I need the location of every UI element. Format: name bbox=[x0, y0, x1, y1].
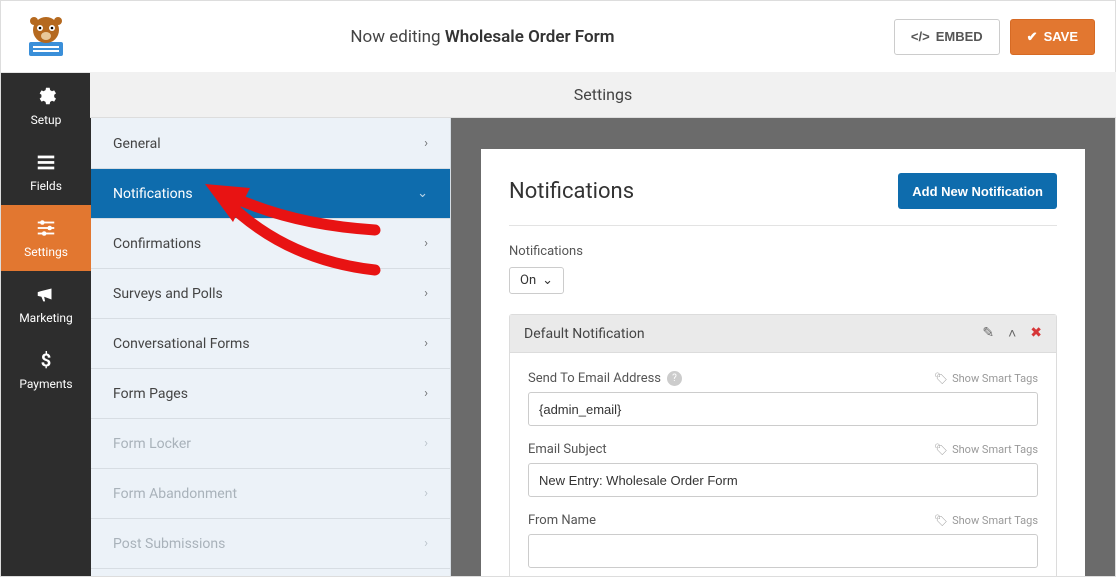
subnav-general[interactable]: General› bbox=[91, 119, 450, 169]
nav-label: Fields bbox=[30, 179, 62, 193]
app-logo bbox=[21, 12, 71, 62]
gear-icon bbox=[35, 85, 57, 107]
bullhorn-icon bbox=[35, 283, 57, 305]
tag-icon: 🏷 bbox=[934, 443, 948, 456]
toggle-label: Notifications bbox=[509, 244, 1057, 259]
subnav-post-submissions[interactable]: Post Submissions› bbox=[91, 519, 450, 569]
settings-subnav: General› Notifications⌄ Confirmations› S… bbox=[91, 73, 451, 576]
subnav-conversational[interactable]: Conversational Forms› bbox=[91, 319, 450, 369]
from-name-label: From Name bbox=[528, 513, 596, 528]
nav-payments[interactable]: $ Payments bbox=[1, 337, 91, 403]
chevron-right-icon: › bbox=[424, 336, 428, 351]
chevron-right-icon: › bbox=[424, 486, 428, 501]
edit-icon[interactable]: ✎ bbox=[982, 325, 994, 342]
embed-button[interactable]: </> EMBED bbox=[894, 19, 1000, 55]
send-to-input[interactable] bbox=[528, 392, 1038, 426]
chevron-right-icon: › bbox=[424, 436, 428, 451]
chevron-right-icon: › bbox=[424, 386, 428, 401]
notifications-toggle[interactable]: On ⌄ bbox=[509, 267, 564, 294]
nav-label: Marketing bbox=[19, 311, 73, 325]
chevron-down-icon: ⌄ bbox=[417, 186, 428, 201]
list-icon bbox=[35, 151, 57, 173]
nav-label: Settings bbox=[24, 245, 68, 259]
send-to-label: Send To Email Address? bbox=[528, 371, 682, 386]
dollar-icon: $ bbox=[35, 349, 57, 371]
subnav-surveys[interactable]: Surveys and Polls› bbox=[91, 269, 450, 319]
card-title: Default Notification bbox=[524, 326, 645, 342]
subject-input[interactable] bbox=[528, 463, 1038, 497]
smart-tags-link[interactable]: 🏷Show Smart Tags bbox=[934, 372, 1038, 385]
subnav-form-locker[interactable]: Form Locker› bbox=[91, 419, 450, 469]
nav-label: Payments bbox=[19, 377, 72, 391]
nav-marketing[interactable]: Marketing bbox=[1, 271, 91, 337]
section-header: Settings bbox=[90, 72, 1116, 118]
svg-text:$: $ bbox=[41, 350, 52, 371]
code-icon: </> bbox=[911, 29, 930, 44]
subnav-confirmations[interactable]: Confirmations› bbox=[91, 219, 450, 269]
page-title: Now editing Wholesale Order Form bbox=[71, 27, 894, 47]
from-name-input[interactable] bbox=[528, 534, 1038, 568]
subnav-form-abandonment[interactable]: Form Abandonment› bbox=[91, 469, 450, 519]
help-icon[interactable]: ? bbox=[667, 371, 682, 386]
chevron-down-icon: ⌄ bbox=[542, 273, 553, 288]
collapse-icon[interactable]: ˄ bbox=[1008, 325, 1016, 342]
primary-nav: Setup Fields Settings Marketing $ Paymen… bbox=[1, 73, 91, 576]
add-notification-button[interactable]: Add New Notification bbox=[898, 173, 1057, 209]
save-button[interactable]: ✔ SAVE bbox=[1010, 19, 1095, 55]
tag-icon: 🏷 bbox=[934, 514, 948, 527]
smart-tags-link[interactable]: 🏷Show Smart Tags bbox=[934, 514, 1038, 527]
chevron-right-icon: › bbox=[424, 286, 428, 301]
content-title: Notifications bbox=[509, 179, 634, 204]
chevron-right-icon: › bbox=[424, 536, 428, 551]
nav-setup[interactable]: Setup bbox=[1, 73, 91, 139]
subnav-form-pages[interactable]: Form Pages› bbox=[91, 369, 450, 419]
nav-label: Setup bbox=[31, 113, 62, 127]
subnav-notifications[interactable]: Notifications⌄ bbox=[91, 169, 450, 219]
smart-tags-link[interactable]: 🏷Show Smart Tags bbox=[934, 443, 1038, 456]
tag-icon: 🏷 bbox=[934, 372, 948, 385]
delete-icon[interactable]: ✖ bbox=[1030, 325, 1042, 342]
check-icon: ✔ bbox=[1027, 29, 1038, 45]
nav-settings[interactable]: Settings bbox=[1, 205, 91, 271]
chevron-right-icon: › bbox=[424, 236, 428, 251]
sliders-icon bbox=[35, 217, 57, 239]
nav-fields[interactable]: Fields bbox=[1, 139, 91, 205]
chevron-right-icon: › bbox=[424, 136, 428, 151]
subject-label: Email Subject bbox=[528, 442, 607, 457]
